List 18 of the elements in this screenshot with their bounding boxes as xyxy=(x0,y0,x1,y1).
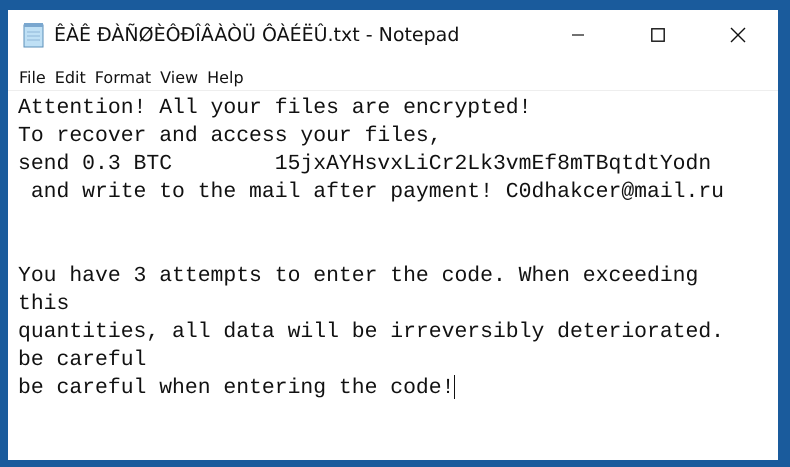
text-line: To recover and access your files, xyxy=(18,123,443,150)
close-icon xyxy=(730,27,746,43)
window-title: ÊÀÊ ÐÀÑØÈÔÐÎÂÀÒÜ ÔÀÉËÛ.txt - Notepad xyxy=(54,24,460,46)
text-line: be careful xyxy=(18,347,148,374)
text-line: send 0.3 BTC 15jxAYHsvxLiCr2Lk3vmEf8mTBqtdtYodn xyxy=(18,151,712,178)
text-line: this xyxy=(18,291,70,318)
text-line: be careful when entering the code! xyxy=(18,374,456,402)
text-line: Attention! All your files are encrypted! xyxy=(18,95,532,122)
menu-item[interactable]: View xyxy=(159,68,200,86)
menu-item[interactable]: Help xyxy=(206,68,245,86)
maximize-icon xyxy=(651,28,665,42)
menu-item[interactable]: Edit xyxy=(54,68,87,86)
menu-item[interactable]: Format xyxy=(94,68,152,86)
text-line: You have 3 attempts to enter the code. When exceeding xyxy=(18,263,700,290)
menu-item[interactable]: File xyxy=(18,68,47,86)
text-line: and write to the mail after payment! C0dhakcer@mail.ru xyxy=(30,179,726,206)
notepad-icon xyxy=(22,22,46,48)
text-line: quantities, all data will be irreversibly deteriorated. xyxy=(18,319,726,346)
